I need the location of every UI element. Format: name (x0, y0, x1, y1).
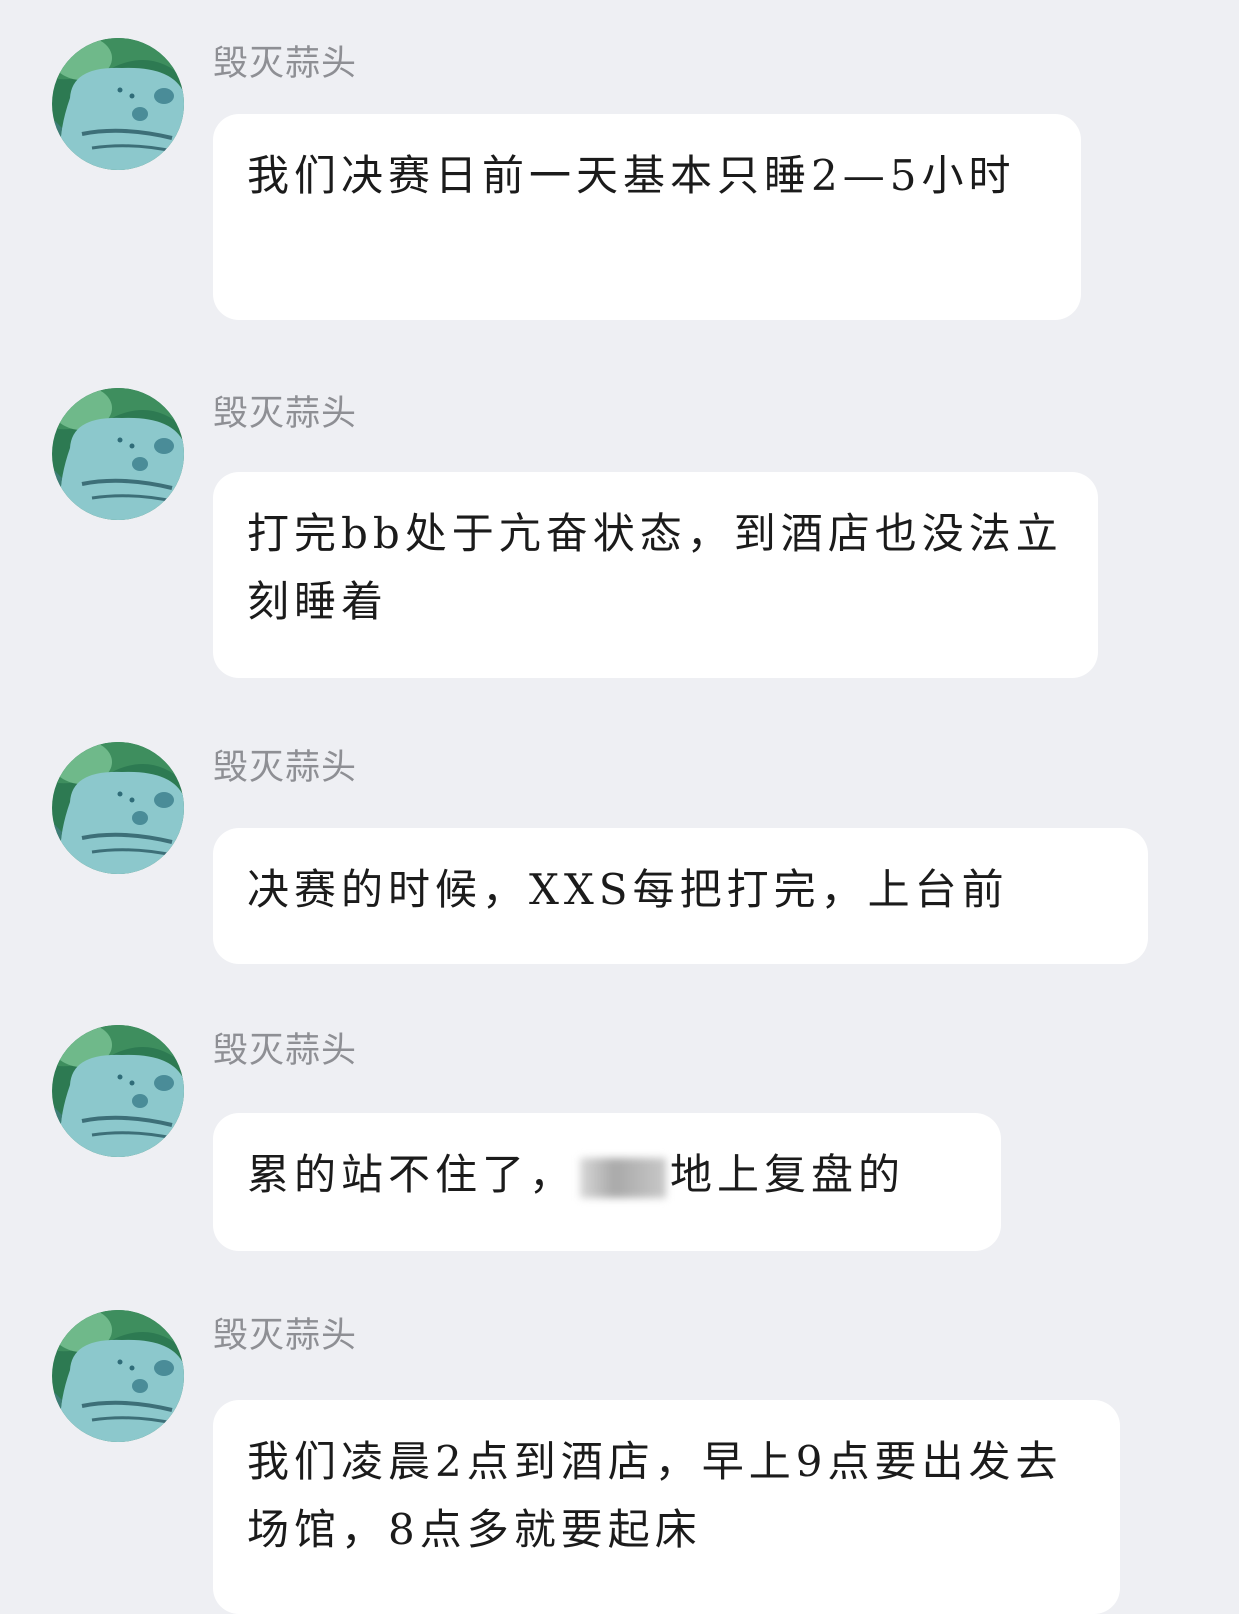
bulbasaur-avatar-icon (52, 1025, 184, 1157)
avatar[interactable] (52, 742, 184, 874)
bulbasaur-avatar-icon (52, 1310, 184, 1442)
message-bubble[interactable]: 打完bb处于亢奋状态，到酒店也没法立刻睡着 (213, 472, 1098, 678)
message-bubble[interactable]: 决赛的时候，XXS每把打完，上台前 (213, 828, 1148, 964)
sender-name: 毁灭蒜头 (213, 1316, 358, 1356)
message-bubble[interactable]: 我们决赛日前一天基本只睡2—5小时 (213, 114, 1081, 320)
bulbasaur-avatar-icon (52, 388, 184, 520)
bulbasaur-avatar-icon (52, 742, 184, 874)
message-bubble[interactable]: 累的站不住了， 地上复盘的 (213, 1113, 1001, 1251)
avatar[interactable] (52, 1310, 184, 1442)
message-text: 打完bb处于亢奋状态，到酒店也没法立刻睡着 (247, 509, 1063, 626)
chat-screen: { "messages": [ { "sender": "毁灭蒜头", "ava… (0, 0, 1239, 1614)
redacted-blur (580, 1158, 667, 1198)
sender-name: 毁灭蒜头 (213, 748, 358, 788)
avatar[interactable] (52, 38, 184, 170)
message-text-start: 累的站不住了， (247, 1150, 577, 1199)
message-text: 决赛的时候，XXS每把打完，上台前 (247, 865, 1009, 914)
bulbasaur-avatar-icon (52, 38, 184, 170)
avatar[interactable] (52, 1025, 184, 1157)
message-text-end: 地上复盘的 (670, 1150, 906, 1199)
sender-name: 毁灭蒜头 (213, 394, 358, 434)
message-text: 我们凌晨2点到酒店，早上9点要出发去场馆，8点多就要起床 (247, 1437, 1063, 1554)
sender-name: 毁灭蒜头 (213, 1031, 358, 1071)
avatar[interactable] (52, 388, 184, 520)
sender-name: 毁灭蒜头 (213, 44, 358, 84)
message-text: 我们决赛日前一天基本只睡2—5小时 (247, 151, 1016, 200)
message-bubble[interactable]: 我们凌晨2点到酒店，早上9点要出发去场馆，8点多就要起床 (213, 1400, 1120, 1614)
